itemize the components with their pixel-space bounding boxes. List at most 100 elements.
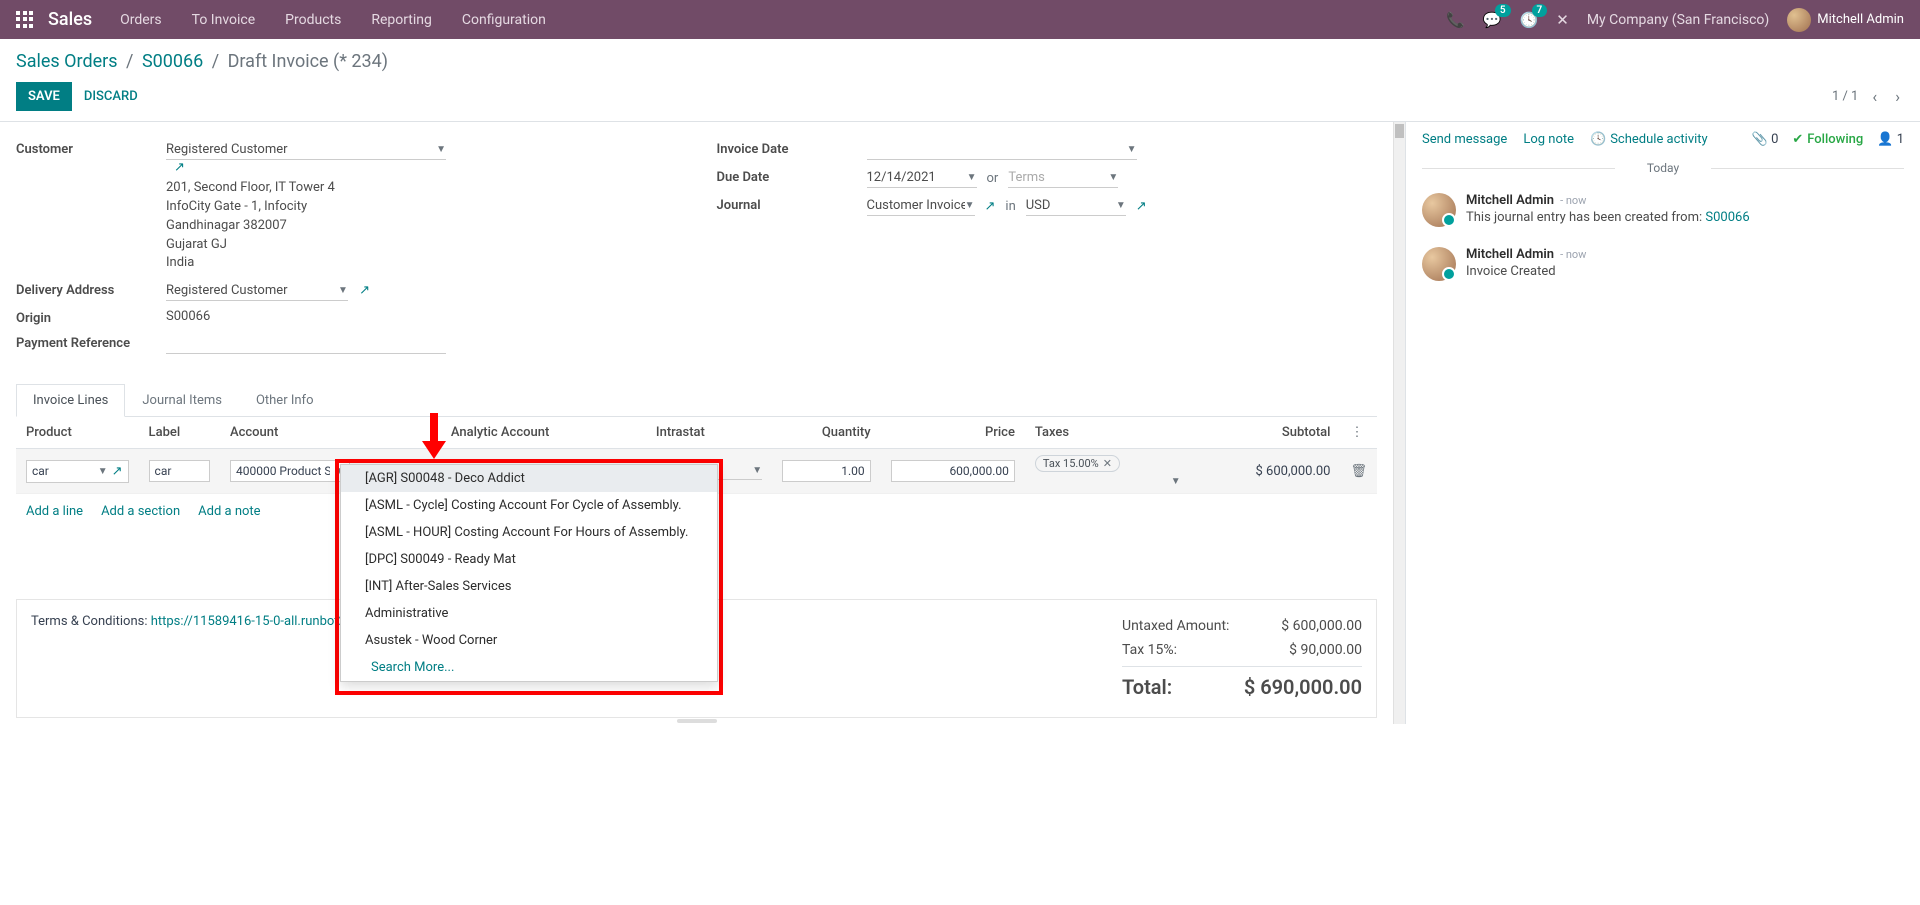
user-menu[interactable]: Mitchell Admin — [1787, 8, 1904, 32]
app-brand[interactable]: Sales — [48, 9, 92, 30]
analytic-dropdown: [AGR] S00048 - Deco Addict [ASML - Cycle… — [340, 464, 718, 682]
product-cell[interactable]: car▼↗ — [26, 460, 129, 483]
pager-next-icon[interactable]: › — [1891, 85, 1904, 108]
untaxed-value: $ 600,000.00 — [1281, 618, 1362, 634]
add-section-link[interactable]: Add a section — [101, 504, 180, 519]
customer-input[interactable] — [166, 142, 430, 157]
chevron-down-icon[interactable]: ▼ — [1116, 200, 1126, 211]
chevron-down-icon[interactable]: ▼ — [1108, 172, 1118, 183]
apps-icon[interactable] — [16, 11, 34, 29]
external-link-icon[interactable]: ↗ — [1136, 199, 1147, 214]
form-scrollbar[interactable] — [1393, 122, 1405, 724]
nav-reporting[interactable]: Reporting — [371, 12, 432, 28]
th-quantity[interactable]: Quantity — [772, 417, 881, 449]
currency-field[interactable]: USD▼ — [1026, 196, 1126, 216]
top-nav: Sales Orders To Invoice Products Reporti… — [0, 0, 1920, 39]
invoice-date-field[interactable]: ▼ — [867, 140, 1137, 160]
customer-field[interactable]: ▼ — [166, 140, 446, 160]
payment-ref-field[interactable] — [166, 334, 446, 354]
th-price[interactable]: Price — [881, 417, 1025, 449]
phone-icon[interactable]: 📞 — [1446, 11, 1465, 29]
user-name: Mitchell Admin — [1817, 12, 1904, 27]
schedule-activity-button[interactable]: 🕓Schedule activity — [1590, 132, 1708, 147]
tab-invoice-lines[interactable]: Invoice Lines — [16, 384, 125, 417]
tax-remove-icon[interactable]: ✕ — [1103, 457, 1112, 470]
external-link-icon[interactable]: ↗ — [112, 464, 123, 479]
tabs: Invoice Lines Journal Items Other Info — [16, 384, 1377, 417]
send-message-button[interactable]: Send message — [1422, 132, 1507, 147]
discard-button[interactable]: DISCARD — [84, 89, 138, 104]
breadcrumb-sales-orders[interactable]: Sales Orders — [16, 51, 118, 72]
th-intrastat[interactable]: Intrastat — [646, 417, 772, 449]
dropdown-item[interactable]: [ASML - Cycle] Costing Account For Cycle… — [341, 492, 717, 519]
chevron-down-icon[interactable]: ▼ — [967, 172, 977, 183]
origin-value: S00066 — [166, 309, 677, 324]
terms-field[interactable]: Terms▼ — [1008, 168, 1118, 188]
tab-other-info[interactable]: Other Info — [239, 384, 331, 416]
dropdown-item[interactable]: [INT] After-Sales Services — [341, 573, 717, 600]
nav-configuration[interactable]: Configuration — [462, 12, 546, 28]
th-taxes[interactable]: Taxes — [1025, 417, 1191, 449]
th-analytic[interactable]: Analytic Account — [441, 417, 646, 449]
payment-ref-input[interactable] — [166, 336, 446, 351]
external-link-icon[interactable]: ↗ — [174, 160, 185, 175]
form-view: Customer ▼ ↗ 201, Second Floor, IT Tower… — [0, 122, 1393, 724]
pager-prev-icon[interactable]: ‹ — [1868, 85, 1881, 108]
breadcrumb-sep: / — [126, 51, 133, 72]
trash-icon[interactable]: 🗑 — [1350, 464, 1367, 479]
label-cell[interactable]: car — [149, 460, 210, 482]
th-account[interactable]: Account — [220, 417, 441, 449]
save-button[interactable]: SAVE — [16, 82, 72, 111]
chevron-down-icon[interactable]: ▼ — [338, 285, 348, 296]
actions-row: SAVE DISCARD 1 / 1 ‹ › — [16, 82, 1904, 111]
th-subtotal[interactable]: Subtotal — [1191, 417, 1341, 449]
dropdown-item[interactable]: Asustek - Wood Corner — [341, 627, 717, 654]
external-link-icon[interactable]: ↗ — [359, 283, 370, 298]
nav-to-invoice[interactable]: To Invoice — [192, 12, 256, 28]
quantity-cell[interactable]: 1.00 — [782, 460, 871, 482]
delivery-input[interactable] — [166, 283, 332, 298]
chevron-down-icon[interactable]: ▼ — [752, 465, 762, 476]
followers-button[interactable]: 👤 1 — [1877, 132, 1904, 147]
activities-icon[interactable]: 🕓7 — [1520, 11, 1539, 29]
invoice-date-input[interactable] — [867, 142, 1121, 157]
drag-handle-icon[interactable] — [16, 718, 1377, 724]
dropdown-item[interactable]: Administrative — [341, 600, 717, 627]
chevron-down-icon[interactable]: ▼ — [1171, 476, 1181, 487]
chevron-down-icon[interactable]: ▼ — [436, 144, 446, 155]
due-date-field[interactable]: 12/14/2021▼ — [867, 168, 977, 188]
nav-products[interactable]: Products — [285, 12, 341, 28]
add-line-link[interactable]: Add a line — [26, 504, 83, 519]
th-label[interactable]: Label — [139, 417, 220, 449]
messages-icon[interactable]: 💬5 — [1483, 11, 1502, 29]
dropdown-search-more[interactable]: Search More... — [341, 654, 717, 681]
form-right-col: Invoice Date ▼ Due Date 12/14/2021▼ or T… — [717, 140, 1378, 362]
form-left-col: Customer ▼ ↗ 201, Second Floor, IT Tower… — [16, 140, 677, 362]
delivery-field[interactable]: ▼ — [166, 281, 348, 301]
dropdown-item[interactable]: [DPC] S00049 - Ready Mat — [341, 546, 717, 573]
price-cell[interactable]: 600,000.00 — [891, 460, 1015, 482]
external-link-icon[interactable]: ↗ — [985, 199, 996, 214]
breadcrumb-order[interactable]: S00066 — [142, 51, 203, 72]
close-icon[interactable]: ✕ — [1556, 11, 1569, 29]
chevron-down-icon[interactable]: ▼ — [1127, 144, 1137, 155]
journal-field[interactable]: Customer Invoices▼ — [867, 196, 975, 216]
dropdown-item[interactable]: [ASML - HOUR] Costing Account For Hours … — [341, 519, 717, 546]
tax-tag[interactable]: Tax 15.00%✕ — [1035, 455, 1120, 472]
log-note-button[interactable]: Log note — [1523, 132, 1574, 147]
nav-orders[interactable]: Orders — [120, 12, 162, 28]
dropdown-item[interactable]: [AGR] S00048 - Deco Addict — [341, 465, 717, 492]
msg-ref-link[interactable]: S00066 — [1705, 210, 1749, 225]
attachments-button[interactable]: 📎 0 — [1752, 132, 1779, 147]
account-cell[interactable]: 400000 Product Sales▼ — [230, 460, 350, 482]
following-button[interactable]: ✔ Following — [1792, 132, 1863, 147]
chevron-down-icon[interactable]: ▼ — [98, 466, 108, 477]
company-switcher[interactable]: My Company (San Francisco) — [1587, 12, 1769, 28]
pager-text: 1 / 1 — [1832, 89, 1858, 104]
th-product[interactable]: Product — [16, 417, 139, 449]
tab-journal-items[interactable]: Journal Items — [125, 384, 239, 416]
add-note-link[interactable]: Add a note — [198, 504, 260, 519]
chevron-down-icon[interactable]: ▼ — [965, 200, 975, 211]
today-separator: Today — [1422, 161, 1904, 175]
kebab-icon[interactable]: ⋮ — [1350, 425, 1363, 440]
